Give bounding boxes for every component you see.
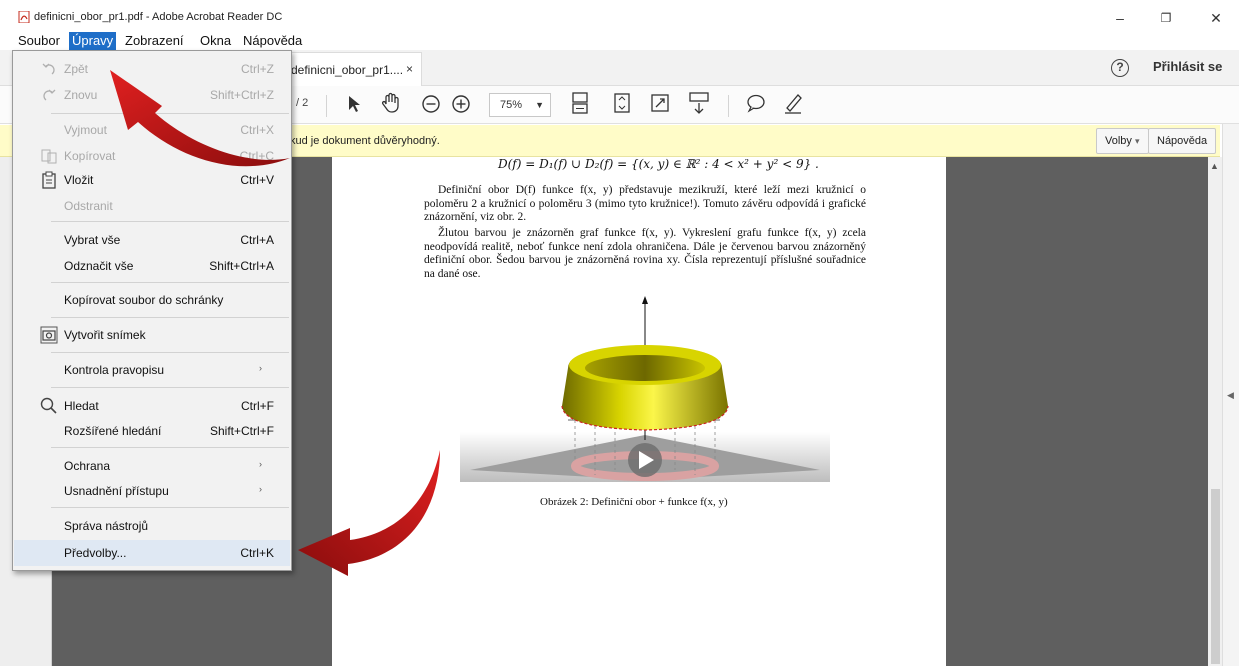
menu-item-shortcut: Shift+Ctrl+A [209, 259, 274, 273]
right-pane-toggle[interactable]: ◀ [1222, 124, 1239, 666]
menu-item-label: Hledat [64, 399, 99, 413]
menu-item-select-all[interactable]: Vybrat vše Ctrl+A [14, 227, 290, 253]
menu-item-deselect-all[interactable]: Odznačit vše Shift+Ctrl+A [14, 253, 290, 279]
zoom-in-icon[interactable] [451, 94, 471, 114]
menu-item-label: Předvolby... [64, 546, 127, 560]
menu-item-shortcut: Shift+Ctrl+F [209, 424, 274, 438]
menu-separator [51, 507, 289, 508]
menu-item-label: Rozšířené hledání [64, 424, 162, 438]
submenu-arrow-icon: › [259, 459, 262, 469]
zoom-out-icon[interactable] [421, 94, 441, 114]
comment-icon[interactable] [745, 93, 767, 113]
options-button-label: Volby [1105, 135, 1132, 147]
menu-item-label: Odstranit [64, 199, 113, 213]
notification-text: kud je dokument důvěryhodný. [290, 135, 440, 147]
menu-item-label: Kopírovat soubor do schránky [64, 293, 224, 307]
menu-item-label: Znovu [64, 88, 98, 102]
menu-item-copy-file-to-clipboard[interactable]: Kopírovat soubor do schránky [14, 287, 290, 313]
zoom-level-value: 75% [500, 99, 523, 111]
menu-item-manage-tools[interactable]: Správa nástrojů [14, 513, 290, 539]
restore-button[interactable]: ❐ [1143, 6, 1189, 30]
menu-item-label: Kontrola pravopisu [64, 363, 165, 377]
read-mode-icon[interactable] [688, 91, 710, 115]
submenu-arrow-icon: › [259, 363, 262, 373]
minimize-button[interactable]: – [1097, 6, 1143, 30]
close-tab-icon[interactable]: × [406, 62, 413, 76]
scroll-up-icon[interactable]: ▲ [1210, 161, 1219, 171]
paste-icon [42, 171, 56, 189]
paragraph-description: Žlutou barvou je znázorněn graf funkce f… [424, 227, 866, 280]
submenu-arrow-icon: › [259, 484, 262, 494]
page-total: / 2 [296, 97, 309, 109]
paragraph-definition: Definiční obor D(f) funkce f(x, y) předs… [424, 184, 866, 223]
menu-separator [51, 221, 289, 222]
menu-okna[interactable]: Okna [197, 32, 234, 50]
menu-item-label: Usnadnění přístupu [64, 484, 169, 498]
redo-icon [43, 89, 56, 101]
menu-soubor[interactable]: Soubor [15, 32, 63, 50]
copy-icon [41, 149, 57, 164]
function-3d-figure [460, 296, 830, 482]
menu-item-label: Vytvořit snímek [64, 328, 146, 342]
options-button[interactable]: Volby ▾ [1096, 128, 1149, 154]
select-tool-icon[interactable] [346, 94, 362, 114]
menu-item-shortcut: Ctrl+V [240, 173, 274, 187]
menu-item-protection[interactable]: Ochrana › [14, 453, 290, 479]
chevron-down-icon: ▾ [1134, 136, 1140, 146]
expand-pane-icon[interactable]: ◀ [1227, 390, 1234, 401]
menu-item-label: Zpět [64, 62, 89, 76]
notification-help-button[interactable]: Nápověda [1148, 128, 1217, 154]
menu-zobrazeni[interactable]: Zobrazení [122, 32, 187, 50]
fit-width-icon[interactable] [570, 91, 590, 115]
menu-item-spell-check[interactable]: Kontrola pravopisu › [14, 357, 290, 383]
menu-bar: Soubor Úpravy Zobrazení Okna Nápověda [0, 32, 400, 50]
menu-item-shortcut: Ctrl+K [240, 546, 274, 560]
close-window-button[interactable]: ✕ [1193, 6, 1239, 30]
undo-icon [42, 63, 55, 75]
acrobat-pdf-icon [18, 11, 30, 23]
document-tab[interactable]: definicni_obor_pr1.... × [282, 52, 422, 86]
menu-item-find[interactable]: Hledat Ctrl+F [14, 393, 290, 419]
menu-item-label: Odznačit vše [64, 259, 134, 273]
domain-formula: D(f) = D₁(f) ∪ D₂(f) = {(x, y) ∈ ℝ² : 4 … [498, 157, 819, 171]
full-screen-icon[interactable] [650, 93, 670, 113]
help-icon[interactable]: ? [1111, 59, 1129, 77]
sign-in-link[interactable]: Přihlásit se [1153, 59, 1222, 74]
scrollbar-thumb[interactable] [1211, 489, 1220, 664]
menu-item-shortcut: Ctrl+A [240, 233, 274, 247]
menu-item-label: Ochrana [64, 459, 111, 473]
highlight-pen-icon[interactable] [782, 91, 804, 115]
red-arrow-to-preferences [298, 450, 440, 576]
menu-item-label: Vložit [64, 173, 94, 187]
hand-tool-icon[interactable] [380, 92, 402, 114]
menu-separator [51, 282, 289, 283]
red-arrow-to-edit-menu [110, 70, 290, 167]
menu-item-preferences[interactable]: Předvolby... Ctrl+K [14, 540, 290, 566]
figure-caption: Obrázek 2: Definiční obor + funkce f(x, … [540, 496, 728, 508]
vertical-scrollbar[interactable]: ▲ [1208, 157, 1222, 666]
menu-item-accessibility[interactable]: Usnadnění přístupu › [14, 478, 290, 504]
menu-item-delete[interactable]: Odstranit [14, 193, 290, 219]
menu-item-take-snapshot[interactable]: Vytvořit snímek [14, 322, 290, 348]
menu-separator [51, 317, 289, 318]
menu-item-label: Vybrat vše [64, 233, 121, 247]
window-title: definicni_obor_pr1.pdf - Adobe Acrobat R… [34, 11, 283, 23]
toolbar-divider [728, 95, 729, 117]
camera-icon [40, 326, 58, 344]
menu-upravy[interactable]: Úpravy [69, 32, 117, 50]
fit-page-icon[interactable] [612, 92, 632, 114]
zoom-level-select[interactable]: 75% ▼ [489, 93, 551, 117]
toolbar-divider [326, 95, 327, 117]
search-icon [40, 397, 57, 414]
menu-separator [51, 352, 289, 353]
menu-separator [51, 447, 289, 448]
menu-separator [51, 387, 289, 388]
menu-item-label: Správa nástrojů [64, 519, 149, 533]
chevron-down-icon: ▼ [535, 100, 544, 110]
menu-item-advanced-search[interactable]: Rozšířené hledání Shift+Ctrl+F [14, 418, 290, 444]
menu-item-shortcut: Ctrl+F [241, 399, 274, 413]
title-bar: definicni_obor_pr1.pdf - Adobe Acrobat R… [0, 0, 1239, 32]
menu-napoveda[interactable]: Nápověda [240, 32, 305, 50]
document-tab-label: definicni_obor_pr1.... [291, 63, 404, 77]
